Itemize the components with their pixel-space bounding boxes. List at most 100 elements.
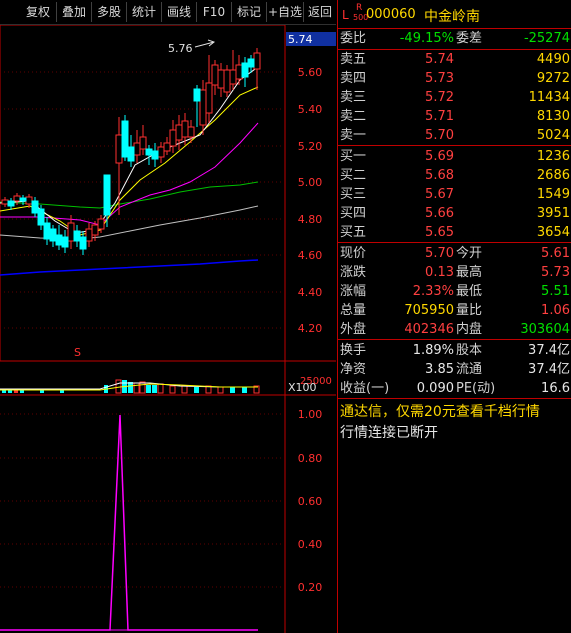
ask-label: 卖三 bbox=[340, 90, 367, 105]
stat-label: 今开 bbox=[456, 246, 483, 261]
current-price-tag-text: 5.74 bbox=[288, 33, 313, 46]
stat-label: 内盘 bbox=[456, 322, 483, 337]
bid-row-1[interactable]: 买一 5.69 1236 bbox=[338, 147, 571, 166]
price-axis-label: 4.40 bbox=[298, 286, 323, 299]
stat-value: 303604 bbox=[520, 322, 570, 337]
weicha-label: 委差 bbox=[456, 31, 483, 46]
indicator-axis-label: 0.40 bbox=[298, 538, 323, 551]
stat-label: 最高 bbox=[456, 265, 483, 280]
chart-toolbar: 复权 叠加 多股 统计 画线 F10 标记 +自选 返回 bbox=[0, 0, 336, 25]
ask-price: 5.73 bbox=[425, 71, 454, 86]
stat-label: PE(动) bbox=[456, 381, 496, 396]
stat-row-outer-inner: 外盘 402346 内盘 303604 bbox=[338, 320, 571, 339]
stat-row-change: 涨跌 0.13 最高 5.73 bbox=[338, 263, 571, 282]
stock-name: 中金岭南 bbox=[424, 9, 480, 25]
ma30-line bbox=[0, 181, 259, 209]
statistics-button[interactable]: 统计 bbox=[127, 2, 162, 22]
stat-label: 量比 bbox=[456, 303, 483, 318]
stat-value: 37.4亿 bbox=[528, 343, 570, 358]
weicha-value: -25274 bbox=[523, 31, 570, 46]
ask-row-5[interactable]: 卖五 5.74 4490 bbox=[338, 50, 571, 69]
fuquan-button[interactable]: 复权 bbox=[20, 2, 57, 22]
ask-volume: 9272 bbox=[536, 71, 570, 86]
volume-axis-unit: X100 bbox=[288, 381, 317, 394]
ask-row-2[interactable]: 卖二 5.71 8130 bbox=[338, 107, 571, 126]
stat-label: 最低 bbox=[456, 284, 483, 299]
stock-code: 000060 bbox=[366, 7, 416, 22]
ask-price: 5.71 bbox=[425, 109, 454, 124]
bid-label: 买五 bbox=[340, 225, 367, 240]
stat-row-turnover: 换手 1.89% 股本 37.4亿 bbox=[338, 341, 571, 360]
price-axis-label: 5.60 bbox=[298, 66, 323, 79]
stat-value: 16.6 bbox=[541, 381, 570, 396]
ask-label: 卖二 bbox=[340, 109, 367, 124]
stat-value: 1.06 bbox=[541, 303, 570, 318]
bid-label: 买一 bbox=[340, 149, 367, 164]
indicator-axis-label: 0.80 bbox=[298, 452, 323, 465]
stat-value: 0.13 bbox=[425, 265, 454, 280]
stat-row-volume: 总量 705950 量比 1.06 bbox=[338, 301, 571, 320]
ask-row-3[interactable]: 卖三 5.72 11434 bbox=[338, 88, 571, 107]
stat-value: 3.85 bbox=[425, 362, 454, 377]
bid-volume: 3951 bbox=[536, 206, 570, 221]
weibi-value: -49.15% bbox=[399, 31, 454, 46]
bid-label: 买四 bbox=[340, 206, 367, 221]
bid-price: 5.68 bbox=[425, 168, 454, 183]
mark-button[interactable]: 标记 bbox=[232, 2, 267, 22]
stat-label: 换手 bbox=[340, 343, 367, 358]
indicator-axis-label: 0.20 bbox=[298, 581, 323, 594]
ask-row-1[interactable]: 卖一 5.70 5024 bbox=[338, 126, 571, 145]
bid-price: 5.69 bbox=[425, 149, 454, 164]
bid-row-2[interactable]: 买二 5.68 2686 bbox=[338, 166, 571, 185]
ask-label: 卖一 bbox=[340, 128, 367, 143]
stat-label: 涨幅 bbox=[340, 284, 367, 299]
ask-volume: 8130 bbox=[536, 109, 570, 124]
bid-row-3[interactable]: 买三 5.67 1549 bbox=[338, 185, 571, 204]
kline-chart[interactable]: 5.74 5.60 5.40 5.20 5.00 4.80 4.60 4.40 … bbox=[0, 25, 336, 633]
stat-row-pct: 涨幅 2.33% 最低 5.51 bbox=[338, 282, 571, 301]
flag-l: L bbox=[342, 8, 349, 22]
stat-label: 现价 bbox=[340, 246, 367, 261]
stat-value: 705950 bbox=[404, 303, 454, 318]
signal-marker: S bbox=[74, 346, 81, 359]
bid-label: 买二 bbox=[340, 168, 367, 183]
stat-row-netasset: 净资 3.85 流通 37.4亿 bbox=[338, 360, 571, 379]
add-watchlist-button[interactable]: +自选 bbox=[267, 2, 304, 22]
stat-value: 5.51 bbox=[541, 284, 570, 299]
stat-value: 5.70 bbox=[425, 246, 454, 261]
indicator-axis-label: 1.00 bbox=[298, 408, 323, 421]
quote-panel: L R 500 000060 中金岭南 委比 -49.15% 委差 -25274… bbox=[337, 0, 571, 633]
stock-header: L R 500 000060 中金岭南 bbox=[342, 3, 571, 25]
stat-label: 总量 bbox=[340, 303, 367, 318]
price-axis-label: 5.00 bbox=[298, 176, 323, 189]
f10-button[interactable]: F10 bbox=[197, 2, 232, 22]
multi-stock-button[interactable]: 多股 bbox=[92, 2, 127, 22]
stat-row-eps: 收益(一) 0.090 PE(动) 16.6 bbox=[338, 379, 571, 398]
ask-row-4[interactable]: 卖四 5.73 9272 bbox=[338, 69, 571, 88]
ask-price: 5.70 bbox=[425, 128, 454, 143]
ask-price: 5.74 bbox=[425, 52, 454, 67]
bid-volume: 2686 bbox=[536, 168, 570, 183]
bid-price: 5.66 bbox=[425, 206, 454, 221]
bid-row-4[interactable]: 买四 5.66 3951 bbox=[338, 204, 571, 223]
stat-label: 流通 bbox=[456, 362, 483, 377]
ask-price: 5.72 bbox=[425, 90, 454, 105]
bid-price: 5.65 bbox=[425, 225, 454, 240]
back-button[interactable]: 返回 bbox=[304, 2, 336, 22]
stat-value: 5.73 bbox=[541, 265, 570, 280]
weibi-label: 委比 bbox=[340, 31, 367, 46]
ask-label: 卖五 bbox=[340, 52, 367, 67]
stat-label: 股本 bbox=[456, 343, 483, 358]
flag-r: R bbox=[356, 3, 363, 13]
overlay-button[interactable]: 叠加 bbox=[57, 2, 92, 22]
ask-label: 卖四 bbox=[340, 71, 367, 86]
draw-line-button[interactable]: 画线 bbox=[162, 2, 197, 22]
stat-value: 5.61 bbox=[541, 246, 570, 261]
bid-volume: 1236 bbox=[536, 149, 570, 164]
bid-row-5[interactable]: 买五 5.65 3654 bbox=[338, 223, 571, 242]
connection-status: 行情连接已断开 bbox=[340, 425, 438, 441]
ask-volume: 5024 bbox=[536, 128, 570, 143]
promo-notice[interactable]: 通达信，仅需20元查看千档行情 bbox=[340, 401, 540, 421]
stat-label: 净资 bbox=[340, 362, 367, 377]
price-axis-label: 4.20 bbox=[298, 322, 323, 335]
